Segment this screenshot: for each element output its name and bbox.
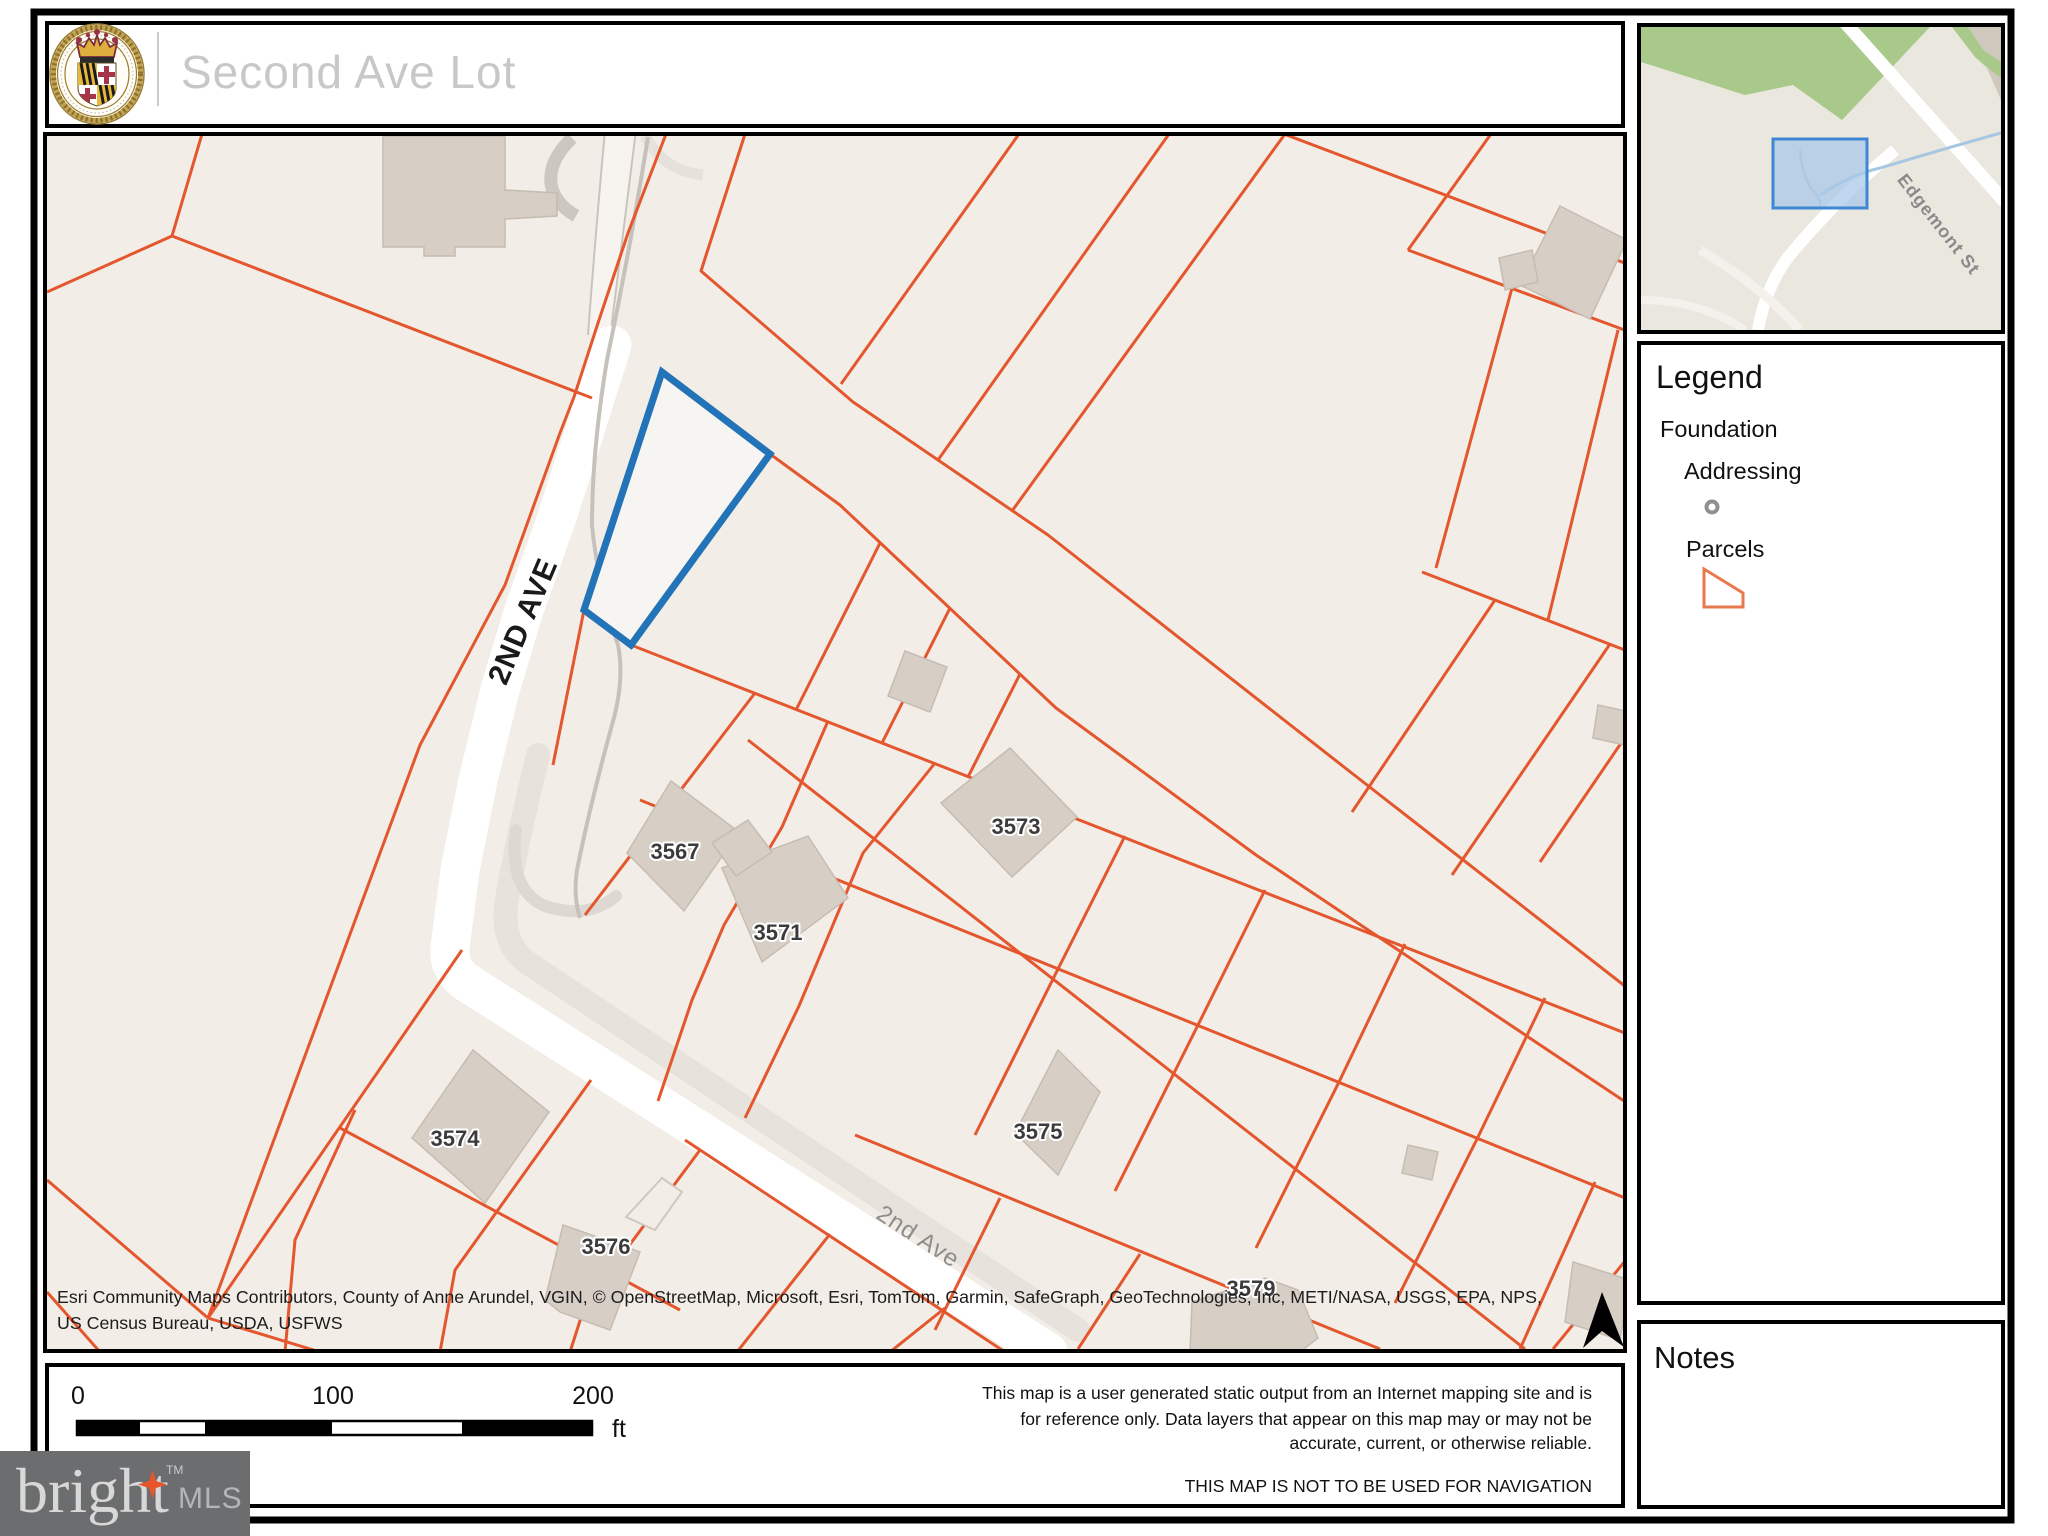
svg-text:200: 200: [572, 1382, 614, 1410]
svg-text:Parcels: Parcels: [1686, 536, 1764, 562]
svg-text:3575: 3575: [1014, 1119, 1063, 1144]
svg-text:Second Ave Lot: Second Ave Lot: [181, 46, 516, 98]
svg-text:3573: 3573: [992, 814, 1041, 839]
svg-text:US Census Bureau, USDA, USFWS: US Census Bureau, USDA, USFWS: [57, 1313, 343, 1333]
svg-text:3576: 3576: [582, 1234, 631, 1259]
svg-text:Esri Community Maps Contributo: Esri Community Maps Contributors, County…: [57, 1287, 1542, 1307]
svg-text:100: 100: [312, 1382, 354, 1410]
svg-text:for reference only. Data layer: for reference only. Data layers that app…: [1020, 1409, 1592, 1429]
svg-text:This map is a user generated s: This map is a user generated static outp…: [982, 1383, 1592, 1403]
svg-text:TM: TM: [166, 1463, 183, 1477]
svg-text:MLS: MLS: [178, 1482, 243, 1515]
svg-text:ft: ft: [612, 1415, 626, 1443]
svg-text:0: 0: [71, 1382, 85, 1410]
svg-text:Addressing: Addressing: [1684, 458, 1802, 484]
svg-text:THIS MAP IS NOT TO BE USED FOR: THIS MAP IS NOT TO BE USED FOR NAVIGATIO…: [1185, 1476, 1592, 1496]
svg-text:3571: 3571: [754, 920, 803, 945]
svg-text:3574: 3574: [431, 1126, 481, 1151]
svg-text:bright: bright: [16, 1455, 169, 1526]
svg-text:Foundation: Foundation: [1660, 416, 1778, 442]
svg-text:Legend: Legend: [1656, 359, 1763, 395]
svg-text:Notes: Notes: [1654, 1340, 1735, 1375]
svg-text:3567: 3567: [651, 839, 700, 864]
svg-text:accurate, current, or otherwis: accurate, current, or otherwise reliable…: [1290, 1433, 1593, 1453]
